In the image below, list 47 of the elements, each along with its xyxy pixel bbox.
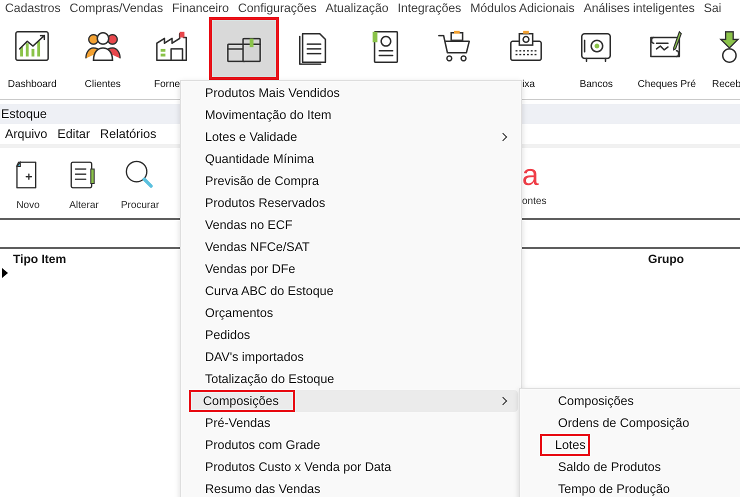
toolbar-button[interactable]: Procurar [112, 154, 168, 218]
menu-item[interactable]: Editar [52, 124, 96, 144]
column-header[interactable]: Grupo [648, 251, 684, 268]
menu-item[interactable]: Compras/Vendas [70, 0, 164, 16]
menu-item[interactable]: Pré-Vendas [181, 412, 518, 434]
menu-item[interactable]: Quantidade Mínima [181, 148, 518, 170]
menu-item[interactable]: Arquivo [0, 124, 52, 144]
menu-item[interactable]: Composições [520, 390, 740, 412]
menu-item[interactable]: Produtos Reservados [181, 192, 518, 214]
menu-item[interactable]: Movimentação do Item [181, 104, 518, 126]
menu-item[interactable]: Relatórios [95, 124, 162, 144]
menu-item[interactable]: Lotes e Validade [181, 126, 518, 148]
highlight-frame: Composições [189, 390, 295, 412]
toolbar-button[interactable]: Dashboard [0, 17, 68, 92]
menu-item[interactable]: Tempo de Produção [520, 478, 740, 497]
menu-item[interactable]: Atualização [326, 0, 389, 16]
toolbar-button[interactable]: Clientes [68, 17, 138, 92]
toolbar-button[interactable]: Cheques Pré [632, 17, 702, 92]
menu-item[interactable]: Previsão de Compra [181, 170, 518, 192]
toolbar-button[interactable]: Bancos [561, 17, 632, 92]
menu-item[interactable]: Ordens de Composição [520, 412, 740, 434]
fonts-button[interactable]: a ontes [522, 154, 562, 218]
menu-item[interactable]: Resumo das Vendas [181, 478, 518, 497]
menu-item[interactable]: Pedidos [181, 324, 518, 346]
menu-item[interactable]: Saldo de Produtos [520, 456, 740, 478]
menu-item[interactable]: Orçamentos [181, 302, 518, 324]
menu-item[interactable]: Análises inteligentes [584, 0, 695, 16]
menu-item[interactable]: Configurações [238, 0, 317, 16]
menu-item[interactable]: Totalização do Estoque [181, 368, 518, 390]
menu-item[interactable]: Lotes [520, 434, 740, 456]
menu-item[interactable]: Financeiro [172, 0, 229, 16]
toolbar-button[interactable] [208, 17, 279, 80]
menu-item[interactable]: Integrações [398, 0, 462, 16]
menu-item[interactable]: Módulos Adicionais [470, 0, 575, 16]
menu-item[interactable]: Sai [704, 0, 722, 16]
menu-item[interactable]: Curva ABC do Estoque [181, 280, 518, 302]
highlight-frame: Lotes [540, 434, 590, 456]
menu-item[interactable]: Cadastros [5, 0, 61, 16]
menu-item[interactable]: Produtos com Grade [181, 434, 518, 456]
menu-item[interactable]: Vendas no ECF [181, 214, 518, 236]
menu-item[interactable]: Vendas por DFe [181, 258, 518, 280]
menu-item[interactable]: Vendas NFCe/SAT [181, 236, 518, 258]
menu-item[interactable]: DAV's importados [181, 346, 518, 368]
menu-item[interactable]: Composições [190, 390, 518, 412]
toolbar-button[interactable]: Alterar [56, 154, 112, 218]
toolbar-button[interactable]: Novo [0, 154, 56, 218]
menu-item[interactable]: Produtos Custo x Venda por Data [181, 456, 518, 478]
